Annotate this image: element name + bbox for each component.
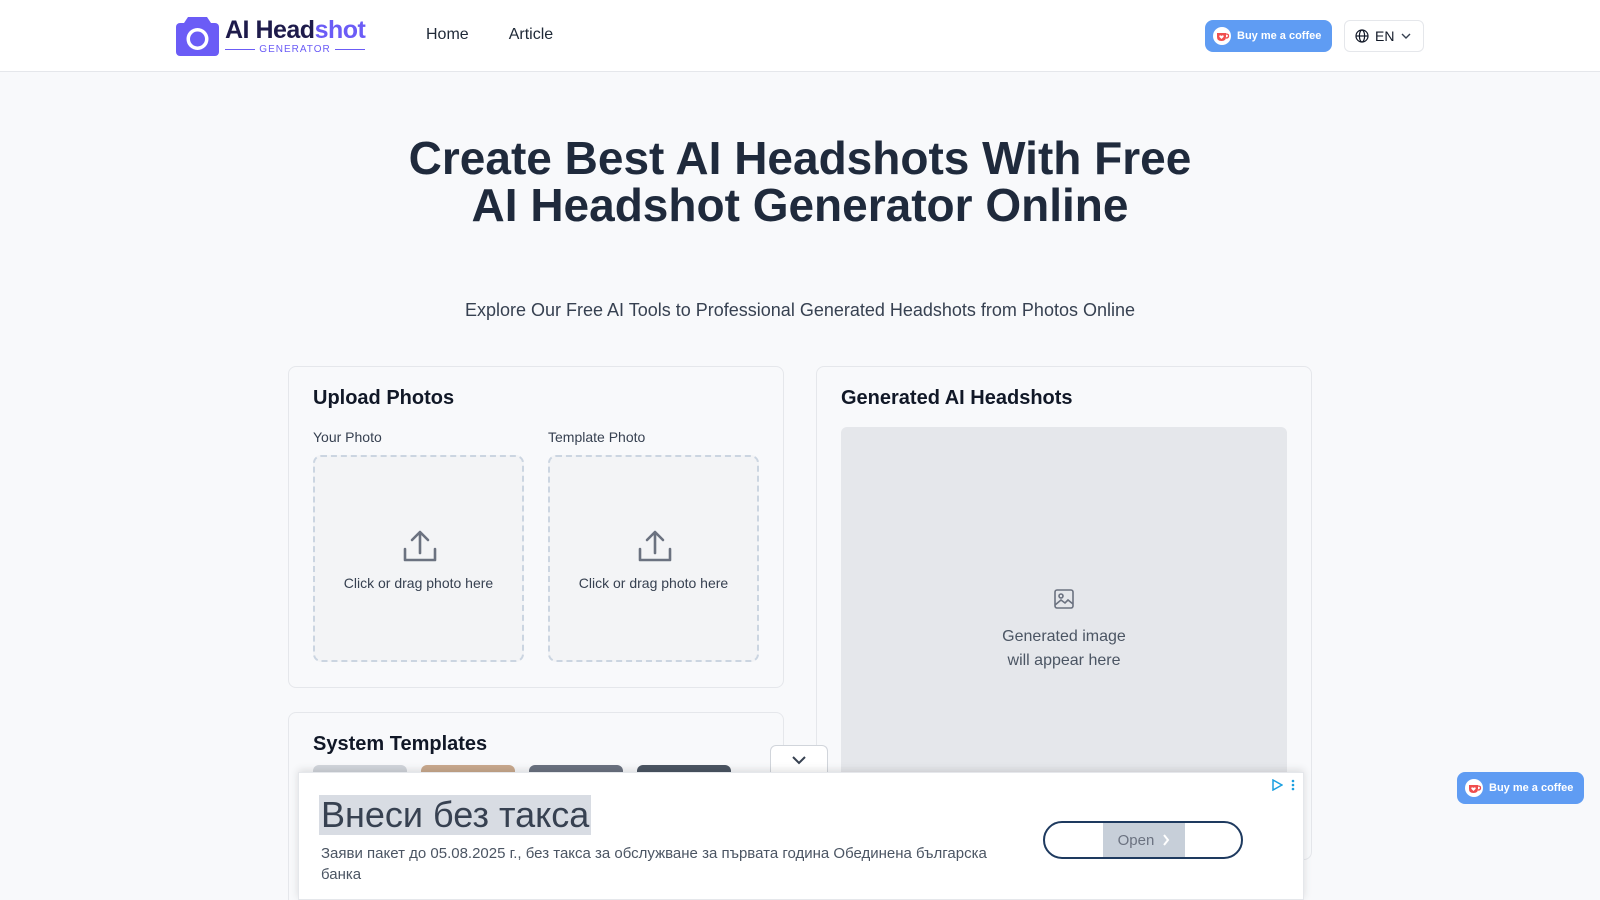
template-photo-label: Template Photo — [548, 429, 646, 445]
ad-collapse-button[interactable] — [770, 745, 828, 773]
generated-card-title: Generated AI Headshots — [841, 387, 1073, 409]
ad-description: Заяви пакет до 05.08.2025 г., без такса … — [321, 845, 987, 883]
ad-open-button[interactable]: Open — [1043, 821, 1243, 859]
dropzone-text: Click or drag photo here — [578, 575, 729, 591]
language-selector[interactable]: EN — [1344, 20, 1424, 52]
upload-icon — [638, 530, 672, 562]
language-label: EN — [1375, 28, 1395, 44]
coffee-button-label: Buy me a coffee — [1237, 30, 1322, 42]
image-icon — [1054, 589, 1074, 609]
adchoices-icon[interactable] — [1271, 779, 1283, 791]
globe-icon — [1355, 29, 1369, 43]
dropzone-text: Click or drag photo here — [343, 575, 494, 591]
templates-card-title: System Templates — [313, 733, 488, 755]
main-nav: Home Article — [426, 26, 553, 44]
upload-card-title: Upload Photos — [313, 387, 455, 409]
site-header: AI Headshot GENERATOR Home Article Buy m… — [0, 0, 1600, 72]
coffee-cup-icon — [1465, 779, 1483, 797]
camera-icon — [176, 16, 219, 56]
coffee-button-label: Buy me a coffee — [1489, 782, 1574, 794]
nav-article-link[interactable]: Article — [509, 26, 553, 44]
coffee-cup-icon — [1213, 27, 1231, 45]
nav-home-link[interactable]: Home — [426, 26, 469, 44]
chevron-down-icon — [792, 755, 806, 764]
your-photo-dropzone[interactable]: Click or drag photo here — [313, 455, 524, 662]
page-title: Create Best AI Headshots With Free AI He… — [408, 132, 1192, 231]
upload-icon — [403, 530, 437, 562]
ad-title[interactable]: Внеси без такса — [319, 795, 592, 835]
ad-banner[interactable]: Внеси без такса Заяви пакет до 05.08.202… — [298, 772, 1304, 900]
chevron-right-icon — [1163, 834, 1170, 846]
upload-photos-card: Upload Photos Your Photo Click or drag p… — [288, 366, 784, 688]
chevron-down-icon — [1401, 33, 1411, 39]
generated-placeholder-text: Generated image will appear here — [1002, 628, 1126, 669]
buy-me-a-coffee-button[interactable]: Buy me a coffee — [1205, 20, 1332, 52]
site-logo[interactable]: AI Headshot GENERATOR — [176, 16, 367, 56]
template-photo-dropzone[interactable]: Click or drag photo here — [548, 455, 759, 662]
page-subtitle: Explore Our Free AI Tools to Professiona… — [464, 300, 1136, 320]
your-photo-label: Your Photo — [313, 429, 382, 445]
more-options-icon[interactable] — [1291, 779, 1295, 791]
logo-wordmark: AI Headshot GENERATOR — [225, 16, 366, 55]
ad-open-label: Open — [1117, 831, 1155, 849]
floating-coffee-button[interactable]: Buy me a coffee — [1457, 772, 1584, 804]
ad-choices[interactable] — [1271, 779, 1295, 791]
